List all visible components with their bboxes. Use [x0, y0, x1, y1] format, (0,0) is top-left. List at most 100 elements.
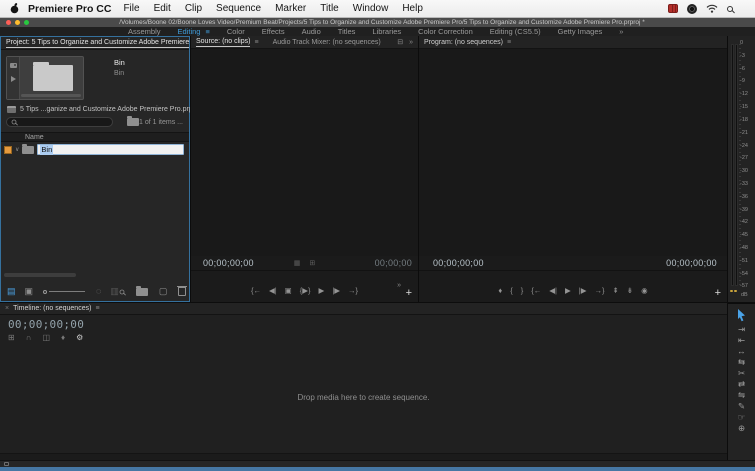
menu-sequence[interactable]: Sequence: [216, 3, 261, 14]
slip-tool[interactable]: ⇄: [738, 380, 745, 389]
tab-program[interactable]: Program: (no sequences): [424, 39, 503, 46]
list-view-button[interactable]: ▤: [7, 287, 16, 296]
thumbnail-zoom-slider[interactable]: [43, 289, 86, 294]
program-button-editor-plus[interactable]: +: [715, 287, 721, 299]
workspace-editing[interactable]: Editing: [178, 27, 201, 36]
icon-view-button[interactable]: ▣: [25, 287, 34, 296]
step-back-button[interactable]: ◀|: [269, 287, 277, 295]
panel-options-icon[interactable]: ⊟: [397, 38, 403, 46]
chevron-down-icon[interactable]: ∨: [15, 146, 19, 153]
program-current-timecode[interactable]: 00;00;00;00: [419, 258, 484, 268]
spotlight-search-icon[interactable]: [727, 5, 733, 12]
ripple-edit-tool[interactable]: ⇤: [738, 336, 745, 345]
go-to-in-button[interactable]: {←: [531, 287, 541, 295]
workspace-assembly[interactable]: Assembly: [128, 27, 161, 36]
project-horizontal-scrollbar[interactable]: [4, 273, 76, 277]
play-button[interactable]: ▶: [319, 287, 325, 295]
source-header-overflow-icon[interactable]: »: [409, 39, 413, 46]
new-item-button[interactable]: ▢: [159, 287, 168, 296]
track-select-forward-tool[interactable]: ⇥: [738, 325, 745, 334]
menu-clip[interactable]: Clip: [185, 3, 202, 14]
hand-tool[interactable]: ☞: [738, 413, 746, 422]
name-column-header[interactable]: Name: [1, 132, 189, 142]
workspace-effects[interactable]: Effects: [262, 27, 285, 36]
workspace-titles[interactable]: Titles: [338, 27, 356, 36]
step-forward-button[interactable]: |▶: [332, 287, 340, 295]
tab-audio-track-mixer[interactable]: Audio Track Mixer: (no sequences): [273, 39, 381, 46]
rate-stretch-tool[interactable]: ⇆: [738, 358, 745, 367]
automate-to-sequence-button[interactable]: ◌: [96, 287, 101, 296]
snap-icon[interactable]: ∩: [26, 333, 32, 342]
close-window-button[interactable]: [6, 20, 11, 25]
clear-button[interactable]: [177, 286, 188, 296]
workspace-overflow-icon[interactable]: »: [619, 27, 623, 36]
pen-tool[interactable]: ✎: [738, 402, 745, 411]
sort-icons-button[interactable]: ▥: [110, 287, 119, 296]
step-forward-button[interactable]: |▶: [579, 287, 587, 295]
workspace-editing-cs55[interactable]: Editing (CS5.5): [490, 27, 541, 36]
menu-help[interactable]: Help: [402, 3, 423, 14]
timeline-current-timecode[interactable]: 00;00;00;00: [0, 315, 727, 331]
bin-thumbnail[interactable]: [6, 56, 84, 100]
source-transport-overflow-icon[interactable]: »: [397, 282, 401, 289]
tab-timeline[interactable]: Timeline: (no sequences): [13, 305, 91, 312]
program-panel-menu-icon[interactable]: ≡: [507, 39, 511, 46]
menubar-recorder-icon[interactable]: [668, 4, 678, 13]
source-button-editor-plus[interactable]: +: [406, 287, 412, 299]
search-input[interactable]: [6, 117, 113, 127]
menu-file[interactable]: File: [123, 3, 139, 14]
workspace-audio[interactable]: Audio: [302, 27, 321, 36]
menu-marker[interactable]: Marker: [275, 3, 306, 14]
export-frame-button[interactable]: ▣: [285, 287, 292, 295]
workspace-color-correction[interactable]: Color Correction: [418, 27, 473, 36]
bin-list-row[interactable]: ∨ Bin: [1, 143, 189, 156]
linked-selection-icon[interactable]: ◫: [42, 333, 50, 342]
mark-in-button[interactable]: {: [510, 287, 513, 295]
timeline-settings-wrench-icon[interactable]: ⚙: [76, 333, 83, 342]
workspace-libraries[interactable]: Libraries: [372, 27, 401, 36]
menubar-camera-icon[interactable]: [687, 3, 697, 14]
menu-title[interactable]: Title: [320, 3, 339, 14]
timeline-drop-zone[interactable]: Drop media here to create sequence.: [0, 347, 727, 448]
play-button[interactable]: ▶: [565, 287, 571, 295]
step-back-button[interactable]: ◀|: [549, 287, 557, 295]
extract-button[interactable]: ⇟: [627, 287, 633, 295]
add-marker-button[interactable]: ♦: [498, 287, 502, 295]
bin-rename-input[interactable]: Bin: [37, 144, 184, 155]
add-marker-icon[interactable]: ♦: [61, 333, 65, 342]
workspace-menu-icon[interactable]: ≡: [205, 27, 209, 36]
label-color-swatch[interactable]: [4, 145, 12, 154]
wifi-icon[interactable]: [706, 4, 718, 13]
tab-source[interactable]: Source: (no clips): [196, 38, 251, 47]
workspace-getty-images[interactable]: Getty Images: [558, 27, 603, 36]
go-to-in-button[interactable]: {←: [251, 287, 261, 295]
thumbnail-scrubber[interactable]: [21, 94, 81, 97]
tab-project[interactable]: Project: 5 Tips to Organize and Customiz…: [6, 39, 190, 48]
selection-tool[interactable]: [737, 309, 746, 322]
rolling-edit-tool[interactable]: ↔: [737, 347, 746, 356]
minimize-window-button[interactable]: [15, 20, 20, 25]
workspace-color[interactable]: Color: [227, 27, 245, 36]
menu-window[interactable]: Window: [353, 3, 389, 14]
project-file-row[interactable]: 5 Tips ...ganize and Customize Adobe Pre…: [1, 100, 201, 113]
play-icon[interactable]: [10, 76, 16, 82]
new-bin-button[interactable]: [135, 285, 148, 296]
zoom-tool[interactable]: ⊕: [738, 424, 745, 433]
app-menu-title[interactable]: Premiere Pro CC: [28, 3, 111, 15]
mark-out-button[interactable]: }: [521, 287, 524, 295]
source-panel-menu-icon[interactable]: ≡: [254, 39, 258, 46]
export-frame-button[interactable]: ◉: [641, 287, 648, 295]
menu-edit[interactable]: Edit: [154, 3, 171, 14]
lift-button[interactable]: ⇞: [612, 287, 618, 295]
zoom-slider-handle[interactable]: [43, 289, 48, 294]
go-to-out-button[interactable]: →}: [594, 287, 604, 295]
timeline-panel-menu-icon[interactable]: ≡: [95, 305, 99, 312]
play-in-out-button[interactable]: {▶}: [300, 287, 311, 295]
apple-icon[interactable]: [10, 3, 19, 14]
find-button[interactable]: [119, 289, 125, 294]
source-settings-icon[interactable]: ▦: [294, 259, 301, 267]
nest-toggle-icon[interactable]: ⊞: [8, 333, 15, 342]
razor-tool[interactable]: ✂: [738, 369, 745, 378]
filter-bin-icon[interactable]: [127, 116, 139, 126]
close-icon[interactable]: ×: [5, 305, 9, 312]
